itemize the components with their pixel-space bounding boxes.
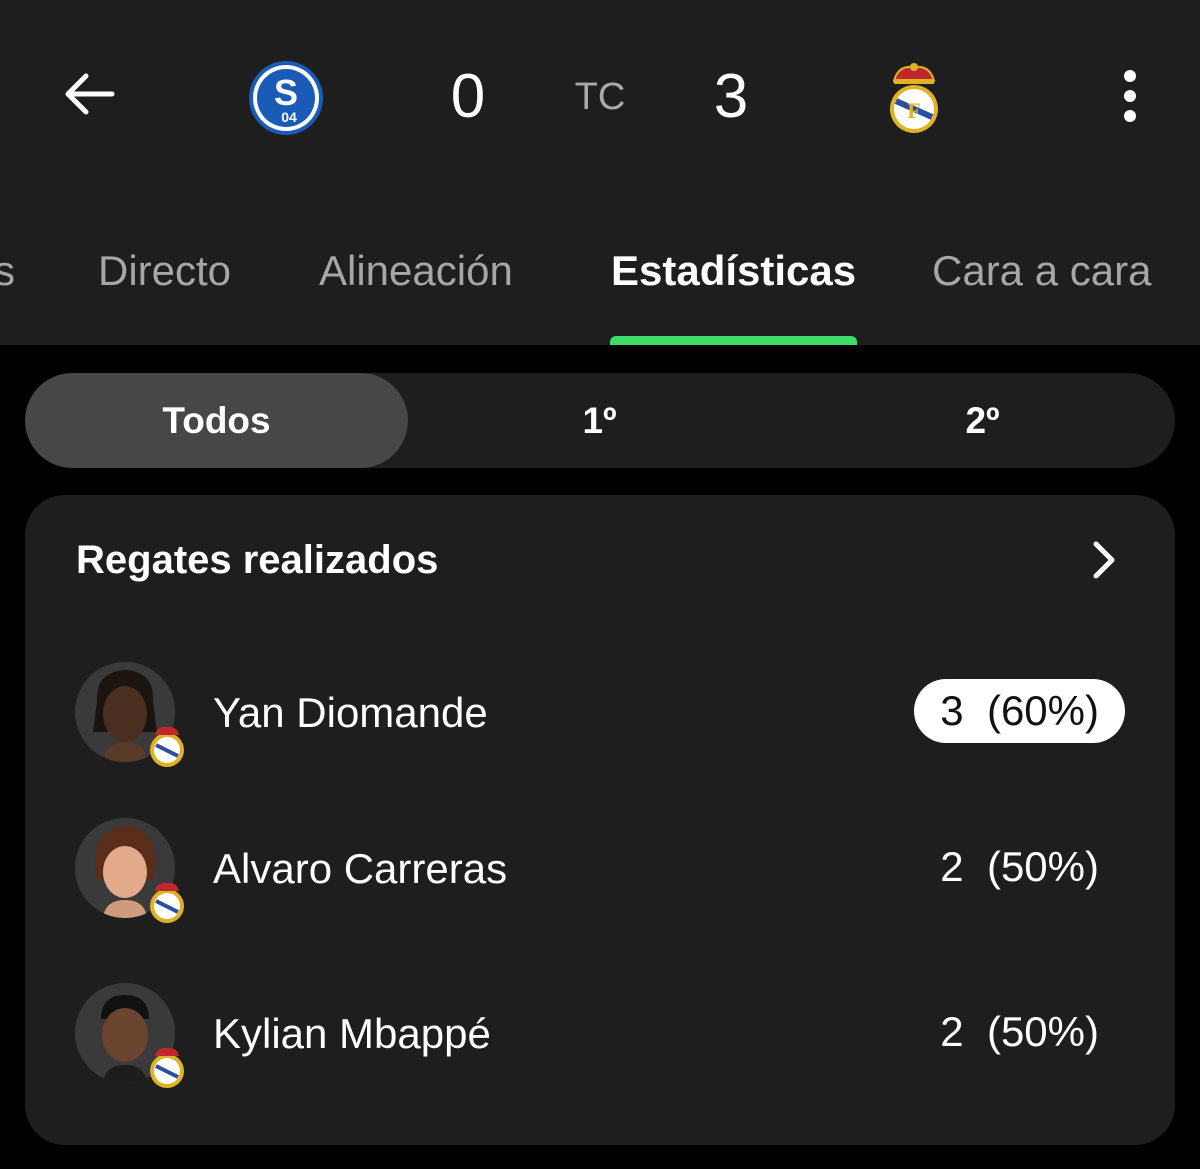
home-team-logo[interactable]: S 04 bbox=[246, 58, 326, 138]
player-name: Yan Diomande bbox=[213, 689, 488, 736]
svg-text:F: F bbox=[907, 98, 920, 123]
arrow-left-icon bbox=[65, 73, 115, 115]
segment-first-half[interactable]: 1º bbox=[408, 373, 791, 468]
away-team-logo[interactable]: F bbox=[878, 58, 950, 138]
player-stat-value: 3 (60%) bbox=[914, 679, 1125, 743]
player-name: Alvaro Carreras bbox=[213, 845, 508, 892]
club-badge-icon bbox=[150, 882, 184, 923]
club-badge-icon bbox=[150, 726, 184, 767]
player-row[interactable]: Yan Diomande 3 (60%) bbox=[25, 662, 1175, 782]
active-tab-indicator bbox=[610, 336, 857, 345]
period-segmented-control: Todos 1º 2º bbox=[25, 373, 1175, 468]
club-badge-icon bbox=[150, 1047, 184, 1088]
stat-card-title: Regates realizados bbox=[76, 538, 439, 582]
stat-card-expand-button[interactable] bbox=[1079, 535, 1129, 585]
segment-second-half[interactable]: 2º bbox=[791, 373, 1174, 468]
home-score: 0 bbox=[450, 62, 486, 131]
schalke-crest-icon: S 04 bbox=[249, 61, 323, 135]
match-status: TC bbox=[574, 76, 626, 118]
player-avatar-wrap bbox=[75, 662, 195, 782]
segment-todos[interactable]: Todos bbox=[25, 373, 408, 468]
player-stat-value: 2 (50%) bbox=[940, 843, 1099, 890]
home-logo-text: S bbox=[274, 72, 298, 113]
player-stat-value: 2 (50%) bbox=[940, 1008, 1099, 1055]
back-button[interactable] bbox=[52, 58, 124, 130]
home-logo-sub: 04 bbox=[281, 109, 297, 125]
stat-card: Regates realizados Yan Diomande 3 (60%) … bbox=[25, 495, 1175, 1145]
real-madrid-crest-icon: F bbox=[890, 63, 938, 133]
tab-directo[interactable]: Directo bbox=[98, 246, 231, 296]
tab-partial[interactable]: s bbox=[0, 246, 15, 296]
vertical-dots-icon bbox=[1124, 70, 1136, 122]
player-row[interactable]: Alvaro Carreras 2 (50%) bbox=[25, 818, 1175, 938]
player-avatar-wrap bbox=[75, 983, 195, 1103]
away-score: 3 bbox=[713, 62, 749, 131]
player-name: Kylian Mbappé bbox=[213, 1010, 491, 1057]
tab-estadisticas[interactable]: Estadísticas bbox=[611, 246, 856, 296]
tab-cara-a-cara[interactable]: Cara a cara bbox=[932, 246, 1151, 296]
chevron-right-icon bbox=[1093, 541, 1115, 579]
player-row[interactable]: Kylian Mbappé 2 (50%) bbox=[25, 983, 1175, 1103]
tab-alineacion[interactable]: Alineación bbox=[319, 246, 513, 296]
player-avatar-wrap bbox=[75, 818, 195, 938]
match-header: S 04 0 TC 3 F s Directo Alineación Estad… bbox=[0, 0, 1200, 345]
more-options-button[interactable] bbox=[1104, 60, 1156, 132]
tab-bar: s Directo Alineación Estadísticas Cara a… bbox=[0, 230, 1200, 345]
